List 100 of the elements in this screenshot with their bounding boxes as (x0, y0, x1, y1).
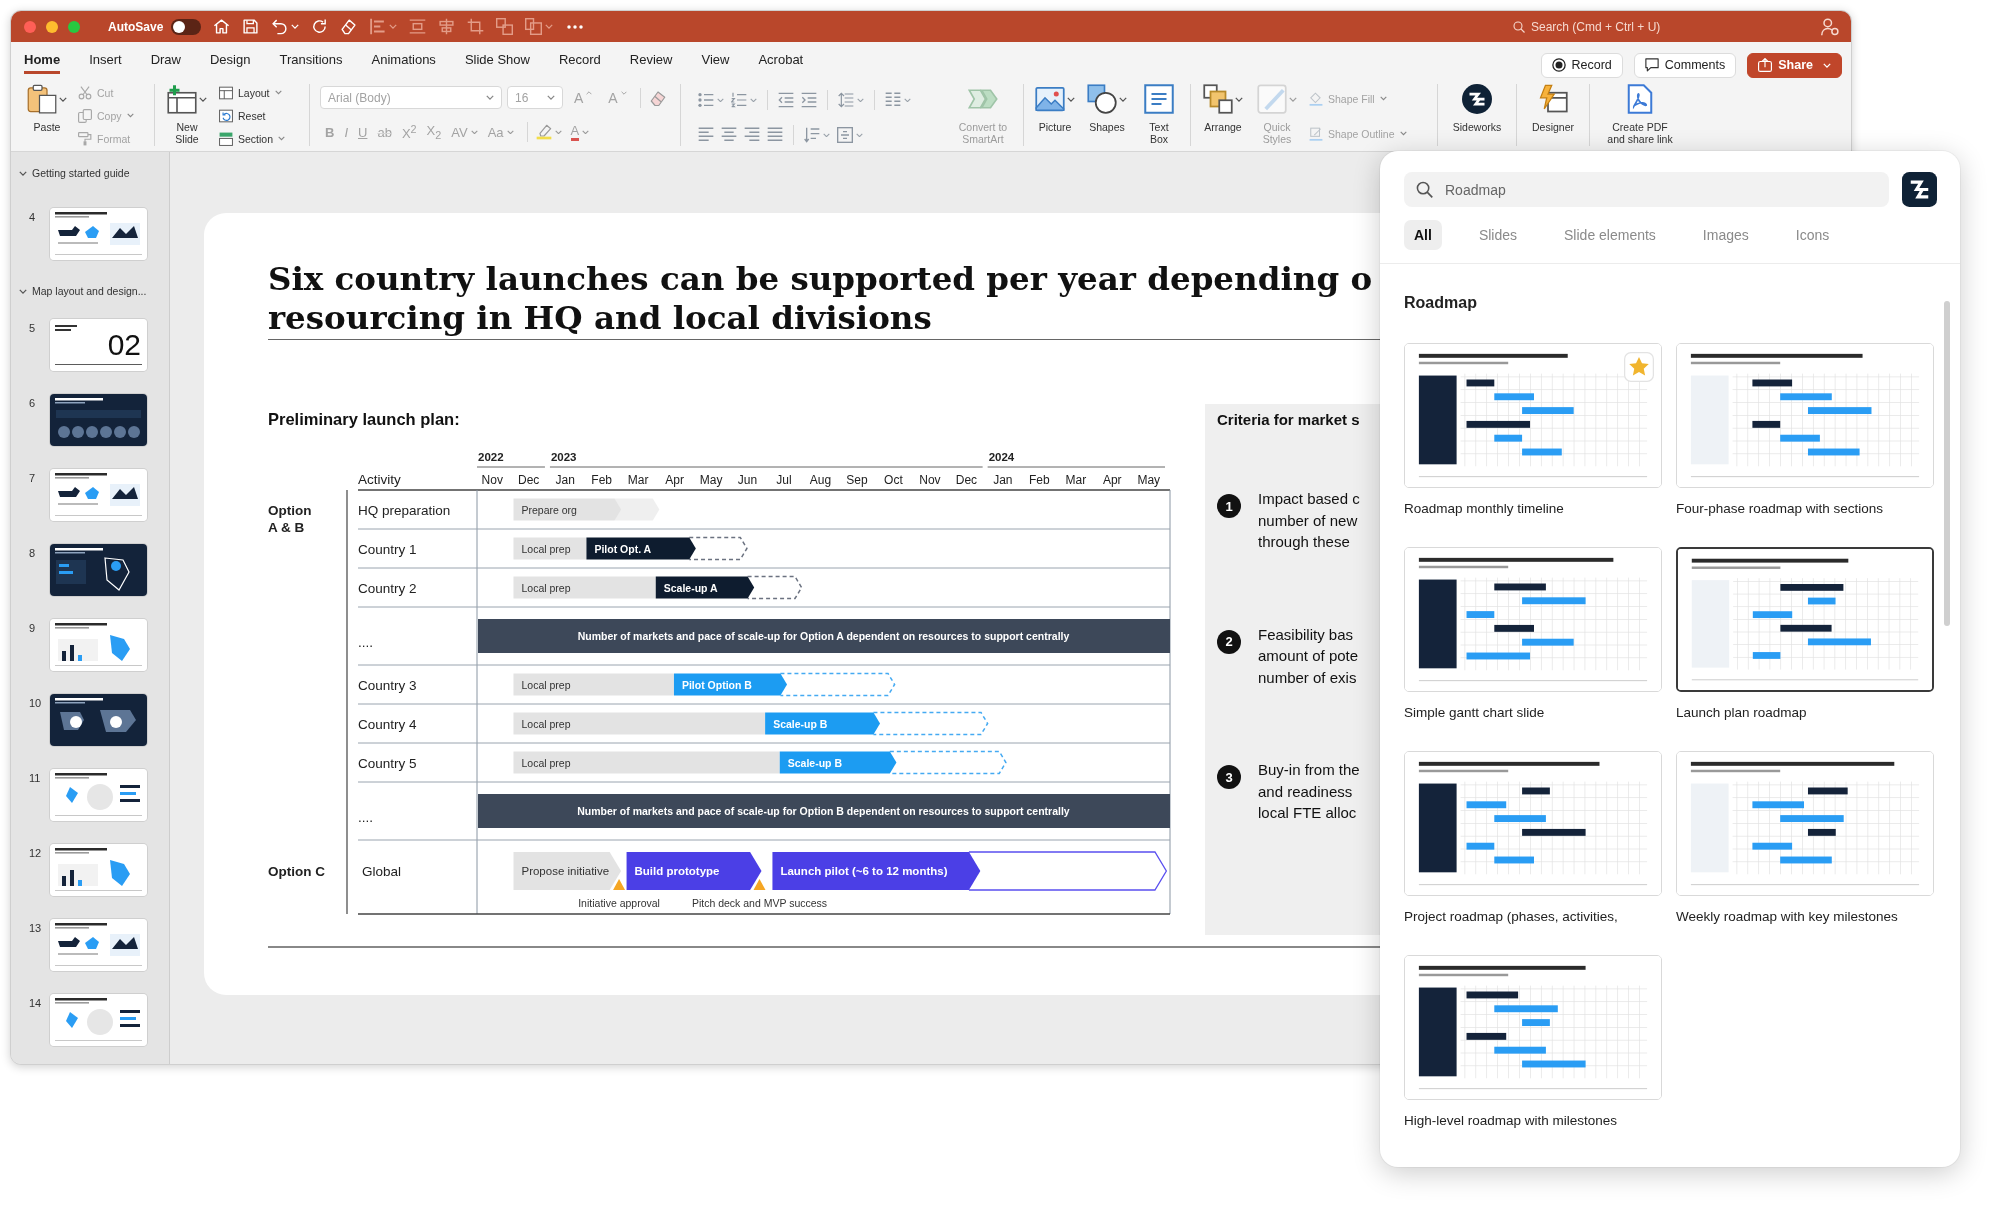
ribbon-tab[interactable]: Acrobat (758, 44, 804, 74)
filter-tab[interactable]: Images (1692, 220, 1759, 250)
save-icon[interactable] (242, 18, 260, 35)
ribbon-tab[interactable]: View (701, 44, 730, 74)
ribbon-tab[interactable]: Insert (89, 44, 122, 74)
filter-tab[interactable]: Slide elements (1554, 220, 1666, 250)
row-label: Global (362, 864, 402, 879)
autosave-label: AutoSave (108, 19, 164, 34)
person-icon[interactable] (1821, 17, 1839, 36)
slide-thumbnail[interactable] (50, 619, 147, 671)
slide-thumbnail[interactable] (50, 919, 147, 971)
scrollbar[interactable] (1944, 301, 1950, 626)
caret-up-icon (586, 90, 593, 95)
search-icon[interactable] (1513, 20, 1525, 33)
sideworks-button[interactable]: Sideworks (1448, 81, 1506, 134)
bullet-list-icon[interactable] (698, 92, 714, 108)
picture-button[interactable]: Picture (1034, 81, 1076, 134)
eraser-icon[interactable] (340, 18, 358, 35)
align-right-icon[interactable] (744, 127, 760, 143)
caret-icon[interactable] (904, 97, 911, 103)
highlighter-icon[interactable] (535, 124, 552, 140)
toggle-switch[interactable] (171, 18, 202, 35)
share-button[interactable]: Share (1747, 52, 1842, 78)
caret-icon[interactable] (823, 132, 830, 138)
section-header[interactable]: Map layout and design... (19, 283, 147, 299)
ribbon-tab[interactable]: Draw (150, 44, 181, 74)
shapes-button[interactable]: Shapes (1086, 81, 1128, 134)
slide-thumbnail[interactable] (50, 208, 147, 260)
arrange-button[interactable]: Arrange (1201, 81, 1245, 134)
align-middle-icon[interactable] (438, 18, 456, 35)
align-text-icon[interactable] (837, 127, 853, 143)
milestone-label: Initiative approval (578, 897, 660, 909)
justify-icon[interactable] (767, 127, 783, 143)
comments-button[interactable]: Comments (1633, 52, 1737, 78)
ribbon-tab[interactable]: Slide Show (464, 44, 530, 74)
close-icon[interactable] (24, 20, 36, 33)
undo-icon[interactable] (271, 18, 289, 35)
slide-thumbnail[interactable] (1676, 547, 1934, 692)
paste-button[interactable]: Paste (26, 81, 68, 134)
slide-thumbnail[interactable] (50, 769, 147, 821)
align-center-icon[interactable] (721, 127, 737, 143)
filter-tab[interactable]: Slides (1468, 220, 1528, 250)
slide-thumbnail[interactable] (50, 844, 147, 896)
redo-icon[interactable] (311, 18, 329, 35)
crop-icon[interactable] (467, 18, 485, 35)
logo-icon[interactable] (1902, 172, 1937, 207)
home-icon[interactable] (213, 18, 231, 35)
layout-button[interactable]: Layout (219, 81, 282, 104)
ribbon-tab[interactable]: Transitions (279, 44, 343, 74)
numbered-list-icon[interactable] (731, 92, 747, 108)
ribbon-tab[interactable]: Animations (371, 44, 436, 74)
record-button[interactable]: Record (1540, 52, 1623, 78)
text-box-button[interactable]: Text Box (1138, 81, 1180, 145)
ribbon-tab[interactable]: Review (629, 44, 673, 74)
caret-icon[interactable] (545, 24, 554, 29)
layers-icon[interactable] (525, 18, 543, 35)
slide-thumbnail[interactable] (50, 319, 147, 371)
minimize-icon[interactable] (46, 20, 58, 33)
maximize-icon[interactable] (68, 20, 80, 33)
section-header[interactable]: Getting started guide (19, 165, 130, 181)
slide-thumbnail[interactable] (50, 694, 147, 746)
row-label: Country 4 (358, 716, 417, 732)
gantt-bar: Local prep (513, 712, 766, 735)
filter-tab[interactable]: All (1404, 220, 1442, 250)
new-slide-button[interactable]: New Slide (165, 81, 209, 145)
ribbon-tab[interactable]: Design (210, 44, 251, 74)
indent-icon[interactable] (801, 92, 817, 108)
month-label: Jan (555, 473, 575, 487)
ribbon-tab[interactable]: Record (558, 44, 601, 74)
caret-icon (470, 129, 478, 135)
align-left-icon[interactable] (698, 127, 714, 143)
slide-thumbnail[interactable] (50, 544, 147, 596)
overlapping-squares-icon (1203, 84, 1233, 114)
outdent-icon[interactable] (778, 92, 794, 108)
reset-button[interactable]: Reset (219, 104, 266, 127)
caret-icon[interactable] (857, 97, 864, 103)
caret-icon[interactable] (717, 97, 724, 103)
slide-thumbnail[interactable] (50, 394, 147, 446)
slide-thumbnail[interactable] (50, 994, 147, 1046)
caret-icon (486, 95, 494, 100)
align-left-icon[interactable] (369, 18, 387, 35)
search-icon (1416, 181, 1433, 198)
search-field[interactable]: Search (Cmd + Ctrl + U) (1531, 19, 1699, 34)
text-direction-icon[interactable] (804, 127, 820, 143)
ribbon-tab[interactable]: Home (24, 44, 61, 74)
group-icon[interactable] (496, 18, 514, 35)
slide-thumbnail[interactable] (50, 469, 147, 521)
line-spacing-icon[interactable] (838, 92, 854, 108)
caret-icon[interactable] (856, 132, 863, 138)
caret-icon[interactable] (750, 97, 757, 103)
filter-tab[interactable]: Icons (1785, 220, 1840, 250)
more-icon[interactable] (567, 24, 584, 29)
distribute-icon[interactable] (409, 18, 427, 35)
caret-icon[interactable] (389, 24, 398, 29)
columns-icon[interactable] (885, 92, 901, 108)
search-field[interactable]: Roadmap (1404, 172, 1889, 207)
caret-icon[interactable] (554, 129, 562, 135)
designer-button[interactable]: Designer (1527, 81, 1579, 134)
section-button[interactable]: Section (219, 127, 286, 150)
create-pdf-button[interactable]: Create PDF and share link (1600, 81, 1680, 145)
